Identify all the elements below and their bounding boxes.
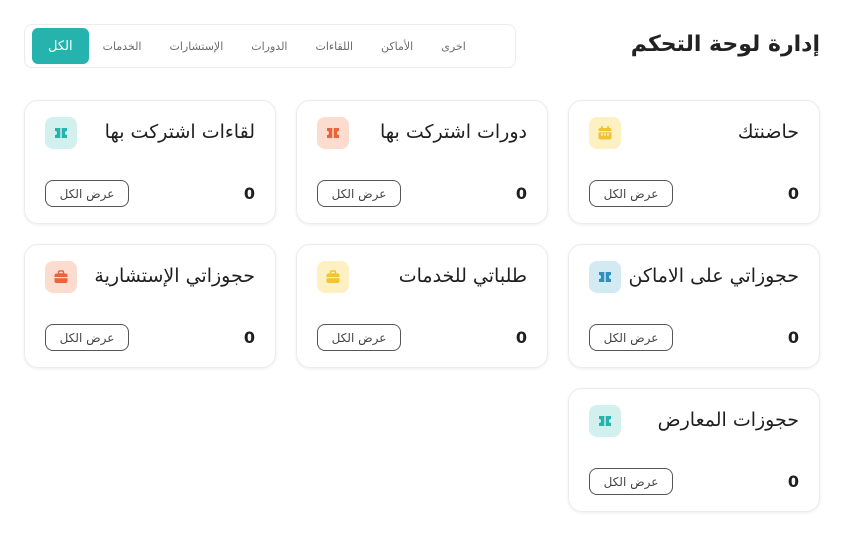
- card-count: 0: [515, 184, 527, 203]
- card-title: حجوزات المعارض: [657, 409, 799, 431]
- card-courses: دورات اشتركت بها 0 عرض الكل: [296, 100, 548, 224]
- tab-meetings[interactable]: اللقاءات: [301, 28, 367, 64]
- view-all-button[interactable]: عرض الكل: [589, 324, 673, 351]
- card-count: 0: [787, 328, 799, 347]
- card-title: حجوزاتي الإستشارية: [94, 265, 255, 287]
- card-place-bookings: حجوزاتي على الاماكن 0 عرض الكل: [568, 244, 820, 368]
- tab-places[interactable]: الأماكن: [367, 28, 427, 64]
- tab-other[interactable]: اخرى: [427, 28, 480, 64]
- page-title: إدارة لوحة التحكم: [630, 32, 820, 57]
- card-title: حاضنتك: [737, 121, 799, 143]
- filter-tabs: الكل الخدمات الإستشارات الدورات اللقاءات…: [24, 24, 516, 68]
- tab-all[interactable]: الكل: [32, 28, 89, 64]
- card-count: 0: [787, 472, 799, 491]
- tab-consultations[interactable]: الإستشارات: [156, 28, 238, 64]
- tab-courses[interactable]: الدورات: [237, 28, 301, 64]
- ticket-icon: [45, 117, 77, 149]
- card-consultation-bookings: حجوزاتي الإستشارية 0 عرض الكل: [24, 244, 276, 368]
- card-count: 0: [787, 184, 799, 203]
- tab-services[interactable]: الخدمات: [89, 28, 156, 64]
- ticket-icon: [589, 405, 621, 437]
- ticket-icon: [317, 117, 349, 149]
- view-all-button[interactable]: عرض الكل: [45, 324, 129, 351]
- ticket-icon: [589, 261, 621, 293]
- briefcase-icon: [317, 261, 349, 293]
- card-title: طلباتي للخدمات: [398, 265, 527, 287]
- view-all-button[interactable]: عرض الكل: [589, 468, 673, 495]
- card-title: دورات اشتركت بها: [379, 121, 527, 143]
- card-title: لقاءات اشتركت بها: [104, 121, 255, 143]
- card-incubator: حاضنتك 0 عرض الكل: [568, 100, 820, 224]
- view-all-button[interactable]: عرض الكل: [589, 180, 673, 207]
- card-count: 0: [243, 184, 255, 203]
- card-meetings: لقاءات اشتركت بها 0 عرض الكل: [24, 100, 276, 224]
- view-all-button[interactable]: عرض الكل: [317, 324, 401, 351]
- view-all-button[interactable]: عرض الكل: [45, 180, 129, 207]
- calendar-icon: [589, 117, 621, 149]
- view-all-button[interactable]: عرض الكل: [317, 180, 401, 207]
- card-exhibition-bookings: حجوزات المعارض 0 عرض الكل: [568, 388, 820, 512]
- card-service-requests: طلباتي للخدمات 0 عرض الكل: [296, 244, 548, 368]
- card-count: 0: [243, 328, 255, 347]
- card-count: 0: [515, 328, 527, 347]
- card-title: حجوزاتي على الاماكن: [628, 265, 799, 287]
- briefcase-icon: [45, 261, 77, 293]
